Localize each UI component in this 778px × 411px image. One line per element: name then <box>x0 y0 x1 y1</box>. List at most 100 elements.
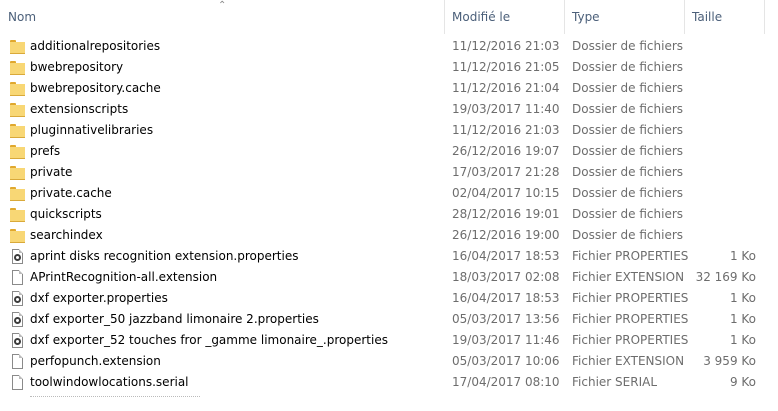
file-name: bwebrepository <box>30 60 124 74</box>
file-type: Fichier EXTENSION <box>572 354 685 368</box>
file-size: 32 169 Ko <box>695 270 756 284</box>
folder-icon <box>10 229 25 243</box>
file-modified-date: 19/03/2017 11:46 <box>452 333 560 347</box>
file-name: pluginnativelibraries <box>30 123 154 137</box>
column-header-type[interactable]: Type <box>572 0 600 34</box>
file-row[interactable]: extensionscripts 19/03/2017 11:40 Dossier … <box>0 99 778 120</box>
file-modified-date: 11/12/2016 21:03 <box>452 39 560 53</box>
file-size: 1 Ko <box>729 291 756 305</box>
file-size <box>690 162 756 183</box>
file-size: 1 Ko <box>729 333 756 347</box>
file-modified-date: 19/03/2017 11:40 <box>452 102 560 116</box>
file-size <box>690 78 756 99</box>
file-size: 1 Ko <box>729 312 756 326</box>
file-name: toolwindowlocations.serial <box>30 375 189 389</box>
folder-icon <box>10 145 25 159</box>
file-modified-date: 11/12/2016 21:03 <box>452 123 560 137</box>
file-row[interactable]: searchindex 26/12/2016 19:00 Dossier de fi… <box>0 225 778 246</box>
file-name: quickscripts <box>30 207 102 221</box>
file-type: Dossier de fichiers <box>572 186 684 200</box>
file-type: Fichier PROPERTIES <box>572 249 689 263</box>
file-name: APrintRecognition-all.extension <box>30 270 218 284</box>
column-divider[interactable] <box>564 0 565 34</box>
column-header-size[interactable]: Taille <box>692 0 722 34</box>
file-size <box>690 36 756 57</box>
file-name: searchindex <box>30 228 103 242</box>
file-type: Dossier de fichiers <box>572 123 684 137</box>
file-size <box>690 99 756 120</box>
file-row[interactable]: prefs 26/12/2016 19:07 Dossier de fichiers <box>0 141 778 162</box>
file-name: dxf exporter.properties <box>30 291 168 305</box>
file-row[interactable]: bwebrepository 11/12/2016 21:05 Dossier de… <box>0 57 778 78</box>
folder-icon <box>10 61 25 75</box>
file-name: extensionscripts <box>30 102 129 116</box>
column-header-modified[interactable]: Modifié le <box>452 0 510 34</box>
file-type: Dossier de fichiers <box>572 144 684 158</box>
file-type: Fichier EXTENSION <box>572 270 685 284</box>
file-modified-date: 11/12/2016 21:04 <box>452 81 560 95</box>
column-divider[interactable] <box>444 0 445 34</box>
file-modified-date: 18/03/2017 02:08 <box>452 270 560 284</box>
file-modified-date: 16/04/2017 18:53 <box>452 291 560 305</box>
file-type: Dossier de fichiers <box>572 165 684 179</box>
file-row[interactable]: additionalrepositories 11/12/2016 21:03 Do… <box>0 36 778 57</box>
file-modified-date: 02/04/2017 10:15 <box>452 186 560 200</box>
file-modified-date: 17/03/2017 21:28 <box>452 165 560 179</box>
folder-icon <box>10 208 25 222</box>
file-row[interactable]: dxf exporter_50 jazzband limonaire 2.pro… <box>0 309 778 330</box>
file-row[interactable]: pluginnativelibraries 11/12/2016 21:03 Dos… <box>0 120 778 141</box>
folder-icon <box>10 124 25 138</box>
column-divider[interactable] <box>684 0 685 34</box>
file-size <box>690 57 756 78</box>
file-modified-date: 05/03/2017 13:56 <box>452 312 560 326</box>
file-icon <box>12 270 23 285</box>
column-header-name[interactable]: Nom <box>8 0 36 34</box>
file-row[interactable]: dxf exporter_52 touches fror _gamme limo… <box>0 330 778 351</box>
file-type: Fichier PROPERTIES <box>572 291 689 305</box>
file-modified-date: 11/12/2016 21:05 <box>452 60 560 74</box>
file-icon <box>12 354 23 369</box>
column-header-bar: ⌃ Nom Modifié le Type Taille <box>0 0 778 34</box>
sort-ascending-icon[interactable]: ⌃ <box>218 1 226 11</box>
file-row[interactable]: toolwindowlocations.serial 17/04/2017 08:… <box>0 372 778 393</box>
file-row[interactable]: bwebrepository.cache 11/12/2016 21:04 Doss… <box>0 78 778 99</box>
file-size: 1 Ko <box>729 249 756 263</box>
file-row[interactable]: quickscripts 28/12/2016 19:01 Dossier de f… <box>0 204 778 225</box>
file-name: prefs <box>30 144 61 158</box>
folder-icon <box>10 187 25 201</box>
file-row[interactable]: dxf exporter.properties 16/04/2017 18:53 F… <box>0 288 778 309</box>
file-type: Fichier PROPERTIES <box>572 333 689 347</box>
folder-icon <box>10 103 25 117</box>
file-row[interactable]: private.cache 02/04/2017 10:15 Dossier de … <box>0 183 778 204</box>
file-row[interactable]: perfopunch.extension 05/03/2017 10:06 Fich… <box>0 351 778 372</box>
properties-file-icon <box>12 291 23 306</box>
folder-icon <box>10 40 25 54</box>
file-modified-date: 26/12/2016 19:07 <box>452 144 560 158</box>
file-type: Dossier de fichiers <box>572 207 684 221</box>
file-name: dxf exporter_52 touches fror _gamme limo… <box>30 333 388 347</box>
file-name: perfopunch.extension <box>30 354 161 368</box>
file-size <box>690 225 756 246</box>
file-size <box>690 120 756 141</box>
file-type: Dossier de fichiers <box>572 102 684 116</box>
file-type: Dossier de fichiers <box>572 81 684 95</box>
file-size: 9 Ko <box>729 375 756 389</box>
column-divider[interactable] <box>764 0 765 34</box>
properties-file-icon <box>12 333 23 348</box>
folder-icon <box>10 82 25 96</box>
file-row[interactable]: APrintRecognition-all.extension 18/03/201… <box>0 267 778 288</box>
file-name: aprint disks recognition extension.prope… <box>30 249 299 263</box>
file-row[interactable]: private 17/03/2017 21:28 Dossier de fichie… <box>0 162 778 183</box>
file-name: additionalrepositories <box>30 39 161 53</box>
file-type: Dossier de fichiers <box>572 228 684 242</box>
file-row[interactable]: aprint disks recognition extension.prope… <box>0 246 778 267</box>
file-name: dxf exporter_50 jazzband limonaire 2.pro… <box>30 312 319 326</box>
file-name: private.cache <box>30 186 112 200</box>
file-modified-date: 26/12/2016 19:00 <box>452 228 560 242</box>
file-icon <box>12 375 23 390</box>
file-type: Fichier SERIAL <box>572 375 658 389</box>
folder-icon <box>10 166 25 180</box>
partially-visible-row <box>30 396 200 401</box>
file-name: private <box>30 165 73 179</box>
file-name: bwebrepository.cache <box>30 81 161 95</box>
